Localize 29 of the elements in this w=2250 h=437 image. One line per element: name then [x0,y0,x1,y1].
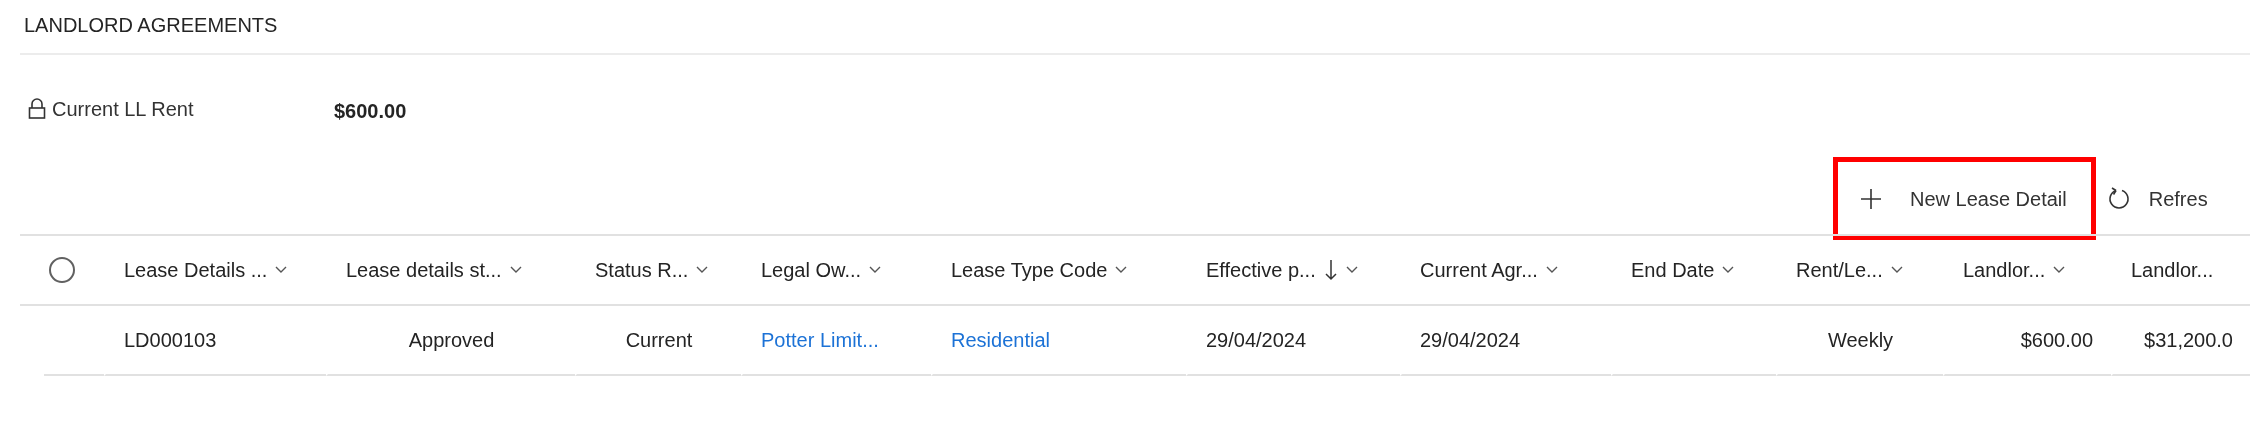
table-cell-text: 29/04/2024 [1206,328,1307,353]
refresh-button[interactable]: Refres [2095,157,2213,240]
column-header[interactable]: Lease Type Code [951,255,1108,285]
field-value: $600.00 [334,99,407,124]
new-button[interactable]: New Lease Detail [1833,157,2096,240]
select-all-checkbox[interactable] [49,257,75,283]
column-header[interactable]: Lease details st... [346,255,502,285]
column-header[interactable]: Landlor... [2131,255,2214,285]
section-title: LANDLORD AGREEMENTS [24,13,278,38]
cell-link[interactable]: Potter Limit... [761,325,879,355]
column-header[interactable]: Current Agr... [1420,255,1538,285]
plus-icon [1860,187,1882,210]
table-cell-text: Weekly [1827,328,1894,353]
column-header[interactable]: Status R... [595,255,689,285]
table-cell-text: $600.00 [2020,328,2093,353]
column-header[interactable]: Landlor... [1963,255,2046,285]
table-cell-text: LD000103 [124,328,217,353]
column-header[interactable]: Lease Details ... [124,255,268,285]
column-header[interactable]: Legal Ow... [761,255,862,285]
table-cell-text: Current [625,328,693,353]
field-label: Current LL Rent [52,97,194,122]
table-cell-text: $31,200.0 [2144,328,2233,353]
refresh-icon [2106,186,2131,211]
table-cell-text: 29/04/2024 [1420,328,1521,353]
column-header[interactable]: Rent/Le... [1796,255,1883,285]
column-header[interactable]: End Date [1631,255,1715,285]
column-header[interactable]: Effective p... [1206,255,1316,285]
table-cell-text: Approved [408,328,495,353]
cell-link[interactable]: Residential [951,325,1050,355]
